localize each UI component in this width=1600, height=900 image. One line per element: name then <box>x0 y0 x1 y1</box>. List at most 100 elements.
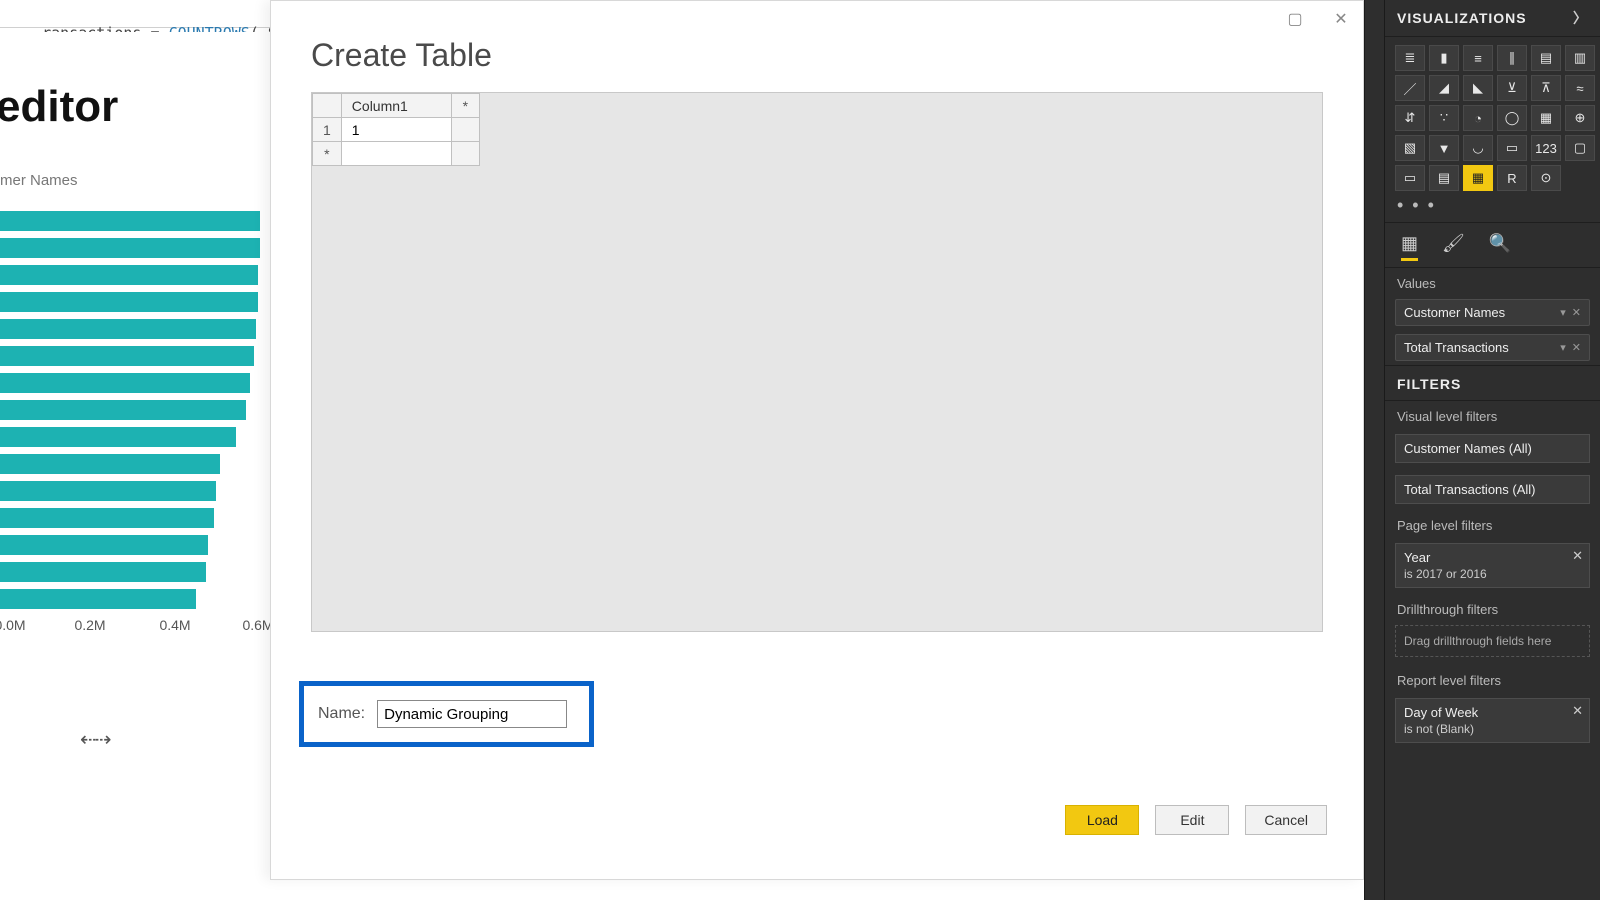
viz-slicer-icon[interactable]: ▢ <box>1565 135 1595 161</box>
viz-funnel-icon[interactable]: ▼ <box>1429 135 1459 161</box>
bar[interactable] <box>0 319 256 339</box>
axis-tick: 0.0M <box>0 617 26 633</box>
viz-gauge-icon[interactable]: ◡ <box>1463 135 1493 161</box>
viz-kpi-icon[interactable]: 123 <box>1531 135 1561 161</box>
viz-donut-icon[interactable]: ◯ <box>1497 105 1527 131</box>
viz-scatter-icon[interactable]: ∵ <box>1429 105 1459 131</box>
add-row-icon[interactable]: * <box>313 142 342 166</box>
page-title: editor <box>0 82 270 132</box>
chevron-down-icon[interactable]: ▾ <box>1560 306 1566 319</box>
remove-filter-icon[interactable]: ✕ <box>1572 548 1583 564</box>
viz-waterfall-icon[interactable]: ⇵ <box>1395 105 1425 131</box>
collapse-pane-icon[interactable]: 〉 <box>1573 8 1588 28</box>
format-tab-icon[interactable]: 🖌 <box>1442 233 1465 261</box>
data-grid[interactable]: Column1 * 1 1 * <box>312 93 480 166</box>
visual-filters-label: Visual level filters <box>1385 401 1600 428</box>
viz-clustered-bar-icon[interactable]: ≡ <box>1463 45 1493 71</box>
close-icon[interactable]: ✕ <box>1327 7 1355 31</box>
more-visuals-icon[interactable]: • • • <box>1385 195 1600 222</box>
visual-type-gallery: ≣▮≡∥▤▥／◢◣⊻⊼≈⇵∵◔◯▦⊕▧▼◡▭123▢▭▤▦R⊙ <box>1385 37 1600 195</box>
viz-stacked-area-icon[interactable]: ◣ <box>1463 75 1493 101</box>
viz-clustered-col-icon[interactable]: ∥ <box>1497 45 1527 71</box>
viz-table-icon-icon[interactable]: ▤ <box>1429 165 1459 191</box>
grid-cell-empty[interactable] <box>451 142 479 166</box>
table-grid-area[interactable]: Column1 * 1 1 * <box>311 92 1323 632</box>
report-filters-label: Report level filters <box>1385 665 1600 692</box>
viz-stacked-col-icon[interactable]: ▮ <box>1429 45 1459 71</box>
cancel-button[interactable]: Cancel <box>1245 805 1327 835</box>
table-name-input[interactable] <box>377 700 567 728</box>
bar[interactable] <box>0 211 260 231</box>
visualizations-pane: VISUALIZATIONS 〉 ≣▮≡∥▤▥／◢◣⊻⊼≈⇵∵◔◯▦⊕▧▼◡▭1… <box>1384 0 1600 900</box>
edit-button[interactable]: Edit <box>1155 805 1229 835</box>
filter-title: Day of Week <box>1404 705 1581 720</box>
bar[interactable] <box>0 427 236 447</box>
remove-field-icon[interactable]: ✕ <box>1572 306 1581 319</box>
field-customer-names[interactable]: Customer Names ▾ ✕ <box>1395 299 1590 326</box>
pane-collapse-strip[interactable] <box>1364 0 1384 900</box>
grid-cell[interactable]: 1 <box>341 118 451 142</box>
viz-treemap-icon[interactable]: ▦ <box>1531 105 1561 131</box>
viz-card-icon[interactable]: ▭ <box>1395 165 1425 191</box>
visual-filter-customer-names[interactable]: Customer Names (All) <box>1395 434 1590 463</box>
bar-chart[interactable] <box>0 211 270 609</box>
bar[interactable] <box>0 265 258 285</box>
bar[interactable] <box>0 562 206 582</box>
bar[interactable] <box>0 400 246 420</box>
grid-cell-empty[interactable] <box>341 142 451 166</box>
values-section-label: Values <box>1385 268 1600 295</box>
report-filter-day-of-week[interactable]: ✕ Day of Week is not (Blank) <box>1395 698 1590 743</box>
bar[interactable] <box>0 589 196 609</box>
viz-area-icon[interactable]: ◢ <box>1429 75 1459 101</box>
viz-map-icon[interactable]: ⊕ <box>1565 105 1595 131</box>
field-label: Customer Names <box>1404 305 1505 320</box>
field-label: Total Transactions <box>1404 340 1509 355</box>
viz-multi-card-icon[interactable]: ▭ <box>1497 135 1527 161</box>
grid-cell-empty[interactable] <box>451 118 479 142</box>
axis-tick: 0.4M <box>159 617 190 633</box>
remove-filter-icon[interactable]: ✕ <box>1572 703 1583 719</box>
bar[interactable] <box>0 346 254 366</box>
viz-r-icon[interactable]: R <box>1497 165 1527 191</box>
bar[interactable] <box>0 481 216 501</box>
filters-header: FILTERS <box>1385 365 1600 401</box>
bar[interactable] <box>0 508 214 528</box>
bar[interactable] <box>0 454 220 474</box>
resize-handle-icon[interactable]: ⇠⇢ <box>80 727 110 752</box>
viz-stacked100-bar-icon[interactable]: ▤ <box>1531 45 1561 71</box>
add-column-icon[interactable]: * <box>451 94 479 118</box>
load-button[interactable]: Load <box>1065 805 1139 835</box>
create-table-dialog: ▢ ✕ Create Table Column1 * 1 1 * <box>270 0 1364 880</box>
axis-tick: 0.6M <box>242 617 273 633</box>
viz-filled-map-icon[interactable]: ▧ <box>1395 135 1425 161</box>
chevron-down-icon[interactable]: ▾ <box>1560 341 1566 354</box>
row-index[interactable]: 1 <box>313 118 342 142</box>
column-header[interactable]: Column1 <box>341 94 451 118</box>
viz-ribbon-icon[interactable]: ≈ <box>1565 75 1595 101</box>
viz-stacked100-col-icon[interactable]: ▥ <box>1565 45 1595 71</box>
viz-pie-icon[interactable]: ◔ <box>1463 105 1493 131</box>
axis-tick: 0.2M <box>74 617 105 633</box>
viz-line-icon[interactable]: ／ <box>1395 75 1425 101</box>
page-filter-year[interactable]: ✕ Year is 2017 or 2016 <box>1395 543 1590 588</box>
filter-subtitle: is not (Blank) <box>1404 722 1581 736</box>
viz-stacked-bar-icon[interactable]: ≣ <box>1395 45 1425 71</box>
fields-tab-icon[interactable]: ▦ <box>1401 233 1418 261</box>
bar[interactable] <box>0 292 258 312</box>
maximize-icon[interactable]: ▢ <box>1281 7 1309 31</box>
viz-line-col2-icon[interactable]: ⊼ <box>1531 75 1561 101</box>
x-axis: 0.0M 0.2M 0.4M 0.6M <box>0 617 270 643</box>
field-total-transactions[interactable]: Total Transactions ▾ ✕ <box>1395 334 1590 361</box>
viz-py-icon[interactable]: ⊙ <box>1531 165 1561 191</box>
drillthrough-drop-zone[interactable]: Drag drillthrough fields here <box>1395 625 1590 657</box>
visual-filter-total-transactions[interactable]: Total Transactions (All) <box>1395 475 1590 504</box>
analytics-tab-icon[interactable]: 🔍 <box>1489 233 1511 261</box>
viz-matrix-icon[interactable]: ▦ <box>1463 165 1493 191</box>
viz-line-col-icon[interactable]: ⊻ <box>1497 75 1527 101</box>
report-canvas[interactable]: editor mer Names 0.0M 0.2M 0.4M 0.6M ⇠⇢ <box>0 32 270 900</box>
grid-corner[interactable] <box>313 94 342 118</box>
bar[interactable] <box>0 373 250 393</box>
remove-field-icon[interactable]: ✕ <box>1572 341 1581 354</box>
bar[interactable] <box>0 535 208 555</box>
bar[interactable] <box>0 238 260 258</box>
